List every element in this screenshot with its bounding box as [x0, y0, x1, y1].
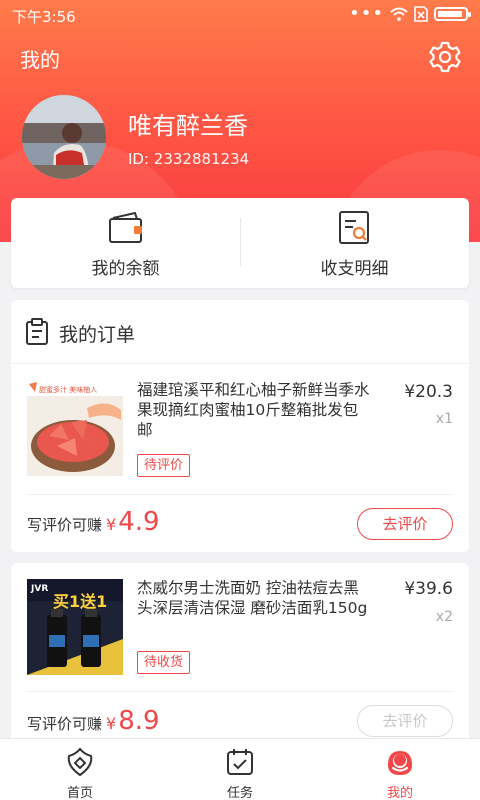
balance-card: 我的余额 收支明细: [11, 198, 469, 288]
sim-icon: [414, 6, 428, 22]
clipboard-icon: [26, 318, 48, 345]
earn-currency: ¥: [106, 515, 117, 534]
income-expense-label: 收支明细: [320, 259, 389, 279]
product-name[interactable]: 杰威尔男士洗面奶 控油祛痘去黑头深层清洁保湿 磨砂洁面乳150g: [137, 578, 373, 618]
status-bar: 下午3:56 •••: [0, 0, 480, 30]
product-name[interactable]: 福建琯溪平和红心柚子新鲜当季水果现摘红肉蜜柚10斤整箱批发包邮: [137, 380, 373, 440]
calendar-check-icon: [227, 749, 253, 775]
tab-mine-label: 我的: [386, 786, 413, 800]
divider: [27, 691, 453, 692]
product-quantity: x1: [435, 411, 453, 427]
divider: [27, 494, 453, 495]
wallet-icon: [108, 211, 142, 243]
orders-title: 我的订单: [59, 324, 136, 346]
profile-icon: [388, 751, 412, 775]
home-icon: [67, 747, 93, 777]
product-quantity: x2: [435, 609, 453, 625]
order-card[interactable]: JVR 买1送1 杰威尔男士洗面奶 控油祛痘去黑头深层清洁保湿 磨砂洁面乳150…: [11, 563, 469, 751]
earn-reward: 写评价可赚 ¥4.9: [27, 507, 160, 537]
tab-tasks[interactable]: 任务: [160, 739, 320, 800]
battery-icon: [434, 7, 471, 21]
write-review-button[interactable]: 去评价: [357, 705, 453, 737]
earn-label: 写评价可赚: [27, 516, 103, 534]
gear-icon[interactable]: [428, 40, 462, 74]
earn-currency: ¥: [106, 714, 117, 733]
wifi-icon: [390, 7, 408, 21]
earn-label: 写评价可赚: [27, 715, 103, 733]
product-price: ¥20.3: [404, 382, 453, 402]
status-time: 下午3:56: [12, 8, 76, 26]
status-badge: 待收货: [137, 651, 191, 674]
earn-amount: 4.9: [118, 507, 160, 537]
my-balance-button[interactable]: 我的余额: [11, 198, 240, 288]
thumb-banner-text: 甜蜜多汁 美味柚人: [39, 385, 97, 394]
tab-home[interactable]: 首页: [0, 739, 160, 800]
tab-home-label: 首页: [66, 786, 93, 800]
orders-header: 我的订单: [11, 300, 469, 364]
signal-dots-icon: •••: [349, 3, 384, 24]
tab-mine[interactable]: 我的: [320, 739, 480, 800]
svg-text:JVR: JVR: [30, 584, 48, 594]
bill-search-icon: [338, 211, 369, 244]
product-price: ¥39.6: [404, 579, 453, 599]
thumb-banner-text: 买1送1: [53, 592, 107, 611]
bottom-tab-bar: 首页 任务 我的: [0, 738, 480, 800]
product-thumbnail: JVR 买1送1: [27, 579, 123, 675]
write-review-button[interactable]: 去评价: [357, 508, 453, 540]
earn-reward: 写评价可赚 ¥8.9: [27, 706, 160, 736]
page-title: 我的: [20, 48, 60, 72]
username: 唯有醉兰香: [128, 112, 248, 140]
my-balance-label: 我的余额: [91, 259, 160, 279]
avatar[interactable]: [22, 95, 106, 179]
user-id: ID: 2332881234: [128, 150, 250, 168]
status-badge: 待评价: [137, 454, 191, 477]
tab-tasks-label: 任务: [226, 786, 253, 800]
earn-amount: 8.9: [118, 706, 160, 736]
income-expense-button[interactable]: 收支明细: [240, 198, 469, 288]
order-card[interactable]: 甜蜜多汁 美味柚人 福建琯溪平和红心柚子新鲜当季水果现摘红肉蜜柚10斤整箱批发包…: [11, 364, 469, 552]
product-thumbnail: 甜蜜多汁 美味柚人: [27, 380, 123, 476]
